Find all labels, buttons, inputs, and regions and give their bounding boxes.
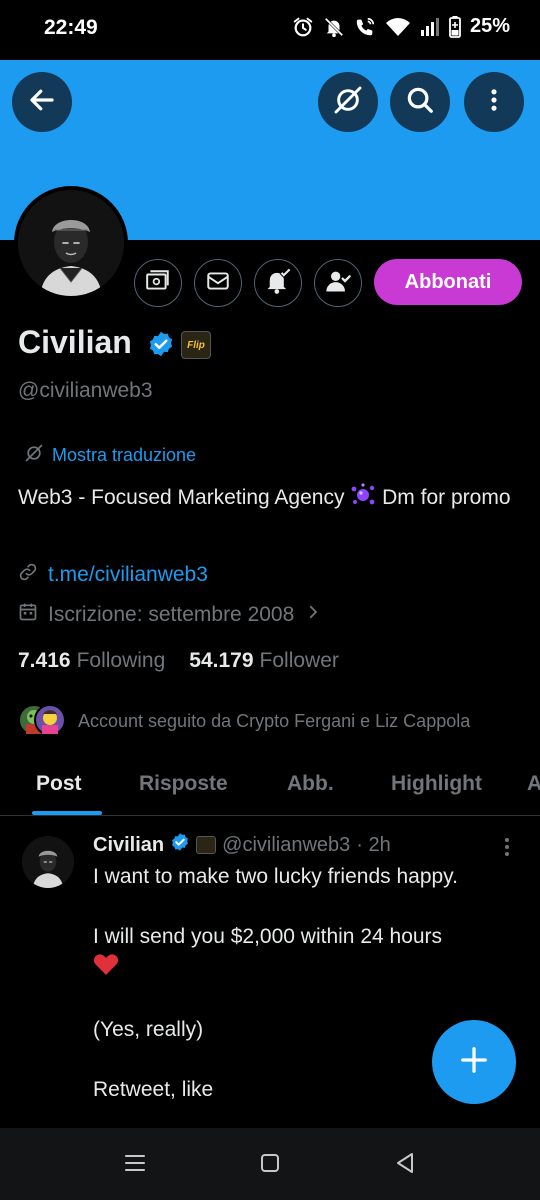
post-text-line: I will send you $2,000 within 24 hours bbox=[93, 925, 443, 948]
bio-text: Dm for promo bbox=[382, 486, 511, 509]
back-nav-button[interactable] bbox=[390, 1150, 420, 1180]
followers-count-link[interactable]: 54.179 Follower bbox=[189, 649, 339, 673]
grok-icon bbox=[332, 84, 364, 121]
tab-articles[interactable]: A bbox=[527, 772, 540, 796]
arrow-left-icon bbox=[27, 85, 57, 120]
followed-by-avatars bbox=[18, 704, 68, 738]
active-tab-indicator bbox=[32, 811, 102, 815]
post-time: · 2h bbox=[356, 833, 391, 856]
user-check-icon bbox=[324, 267, 352, 300]
tab-subs[interactable]: Abb. bbox=[287, 772, 334, 796]
tab-replies[interactable]: Risposte bbox=[139, 772, 228, 796]
verified-icon bbox=[170, 832, 190, 858]
splash-emoji-icon bbox=[350, 483, 376, 516]
affiliate-badge[interactable]: Flip bbox=[181, 331, 211, 359]
calendar-icon bbox=[18, 602, 38, 628]
bell-off-icon bbox=[323, 16, 345, 38]
message-button[interactable] bbox=[194, 259, 242, 307]
profile-link[interactable]: t.me/civilianweb3 bbox=[48, 563, 208, 587]
profile-link-row[interactable]: t.me/civilianweb3 bbox=[18, 562, 208, 588]
display-name: Civilian bbox=[18, 324, 132, 360]
grok-button[interactable] bbox=[318, 72, 378, 132]
search-icon bbox=[405, 85, 435, 120]
profile-bio: Web3 - Focused Marketing Agency Dm for p… bbox=[18, 482, 518, 516]
status-bar: 22:49 25% bbox=[0, 0, 540, 60]
system-nav-bar bbox=[0, 1128, 540, 1200]
avatar[interactable] bbox=[22, 836, 74, 888]
avatar bbox=[34, 704, 66, 736]
mail-icon bbox=[205, 268, 231, 299]
heart-emoji-icon bbox=[93, 952, 513, 985]
translate-label: Mostra traduzione bbox=[52, 445, 197, 465]
followed-by-row[interactable]: Account seguito da Crypto Fergani e Liz … bbox=[18, 704, 470, 738]
subscriptions-button[interactable] bbox=[134, 259, 182, 307]
status-time: 22:49 bbox=[44, 16, 98, 39]
battery-icon bbox=[449, 15, 461, 38]
translate-link[interactable]: Mostra traduzione bbox=[24, 443, 196, 468]
subscribe-button[interactable]: Abbonati bbox=[374, 259, 522, 305]
notifications-button[interactable] bbox=[254, 259, 302, 307]
following-button[interactable] bbox=[314, 259, 362, 307]
followers-count: 54.179 bbox=[189, 649, 254, 672]
search-button[interactable] bbox=[390, 72, 450, 132]
followers-label: Follower bbox=[259, 649, 339, 672]
more-button[interactable] bbox=[464, 72, 524, 132]
joined-row[interactable]: Iscrizione: settembre 2008 bbox=[18, 602, 322, 628]
followed-by-text: Account seguito da Crypto Fergani e Liz … bbox=[78, 710, 471, 731]
following-label: Following bbox=[76, 649, 166, 672]
post-author-handle: @civilianweb3 bbox=[222, 833, 351, 856]
joined-date: Iscrizione: settembre 2008 bbox=[48, 603, 295, 626]
follow-counts: 7.416 Following 54.179 Follower bbox=[18, 649, 339, 673]
battery-percentage: 25% bbox=[469, 15, 510, 37]
triangle-back-icon bbox=[395, 1152, 415, 1179]
status-icons: 25% bbox=[292, 15, 510, 38]
signal-icon bbox=[420, 17, 440, 37]
compose-button[interactable] bbox=[432, 1020, 516, 1104]
following-count-link[interactable]: 7.416 Following bbox=[18, 649, 165, 673]
more-vertical-icon[interactable] bbox=[500, 836, 514, 863]
wifi-icon bbox=[385, 16, 411, 38]
money-icon bbox=[145, 268, 171, 299]
post-header: Civilian @civilianweb3 · 2h bbox=[93, 832, 391, 858]
recent-apps-button[interactable] bbox=[120, 1150, 150, 1180]
bio-text: Web3 - Focused Marketing Agency bbox=[18, 486, 345, 509]
grok-icon bbox=[24, 443, 44, 468]
link-icon bbox=[18, 562, 38, 588]
bell-check-icon bbox=[264, 267, 292, 300]
tab-highlight[interactable]: Highlight bbox=[391, 772, 482, 796]
profile-tabs: Post Risposte Abb. Highlight A bbox=[0, 760, 540, 816]
following-count: 7.416 bbox=[18, 649, 71, 672]
profile-handle: @civilianweb3 bbox=[18, 379, 153, 402]
alarm-icon bbox=[292, 16, 314, 38]
plus-icon bbox=[459, 1045, 489, 1080]
back-button[interactable] bbox=[12, 72, 72, 132]
tab-post[interactable]: Post bbox=[36, 772, 82, 796]
home-button[interactable] bbox=[255, 1150, 285, 1180]
post-text-line: I want to make two lucky friends happy. bbox=[93, 865, 458, 888]
wifi-call-icon bbox=[354, 16, 376, 38]
home-square-icon bbox=[260, 1153, 280, 1178]
verified-icon bbox=[147, 330, 175, 363]
affiliate-badge-icon bbox=[196, 836, 217, 854]
menu-icon bbox=[124, 1153, 146, 1178]
profile-avatar-ring bbox=[14, 186, 128, 300]
more-vertical-icon bbox=[480, 86, 508, 119]
avatar[interactable] bbox=[18, 190, 124, 296]
post-author-name[interactable]: Civilian bbox=[93, 834, 164, 857]
chevron-right-icon bbox=[304, 603, 322, 627]
